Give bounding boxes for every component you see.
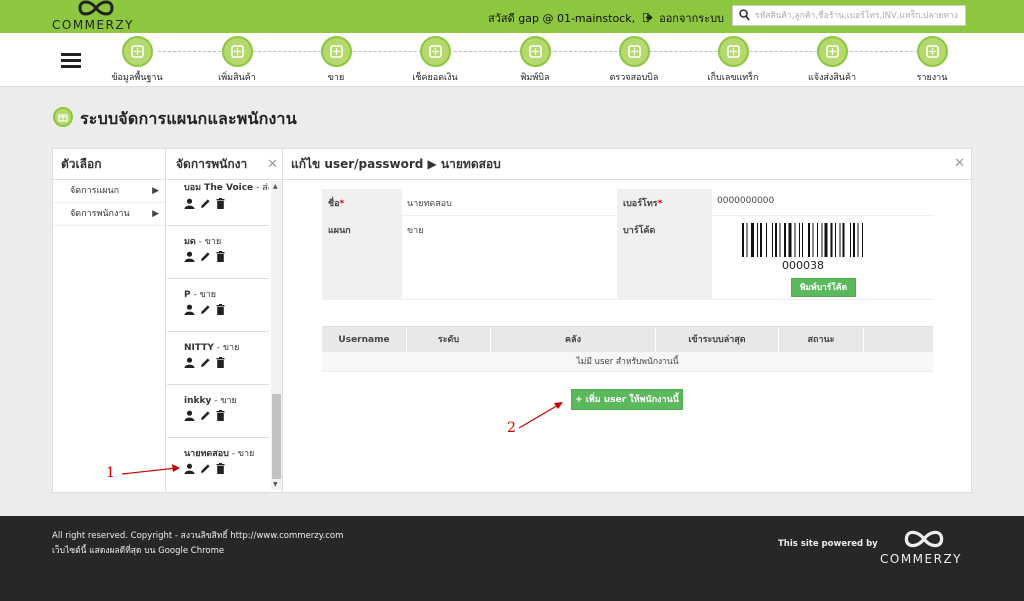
annotation-arrowhead-1 [172, 464, 180, 472]
footer-browser-note: เว็บไซต์นี้ แสดงผลดีที่สุด บน Google Chr… [52, 546, 225, 556]
footer-copyright: All right reserved. Copyright - สงวนลิขส… [52, 531, 344, 541]
annotation-arrowhead-2 [554, 402, 563, 409]
powered-by-text: This site powered by [778, 539, 878, 549]
footer-logo[interactable]: COMMERZY [880, 528, 970, 568]
brand-name: COMMERZY [880, 552, 963, 566]
annotation-layer [121, 402, 563, 475]
annotation-label-2: 2 [507, 420, 516, 436]
annotation-label-1: 1 [106, 465, 115, 481]
infinity-logo-icon [904, 530, 944, 548]
footer: All right reserved. Copyright - สงวนลิขส… [0, 516, 1024, 601]
annotation-arrow-2 [518, 403, 561, 429]
annotation-arrow-1 [121, 467, 178, 475]
